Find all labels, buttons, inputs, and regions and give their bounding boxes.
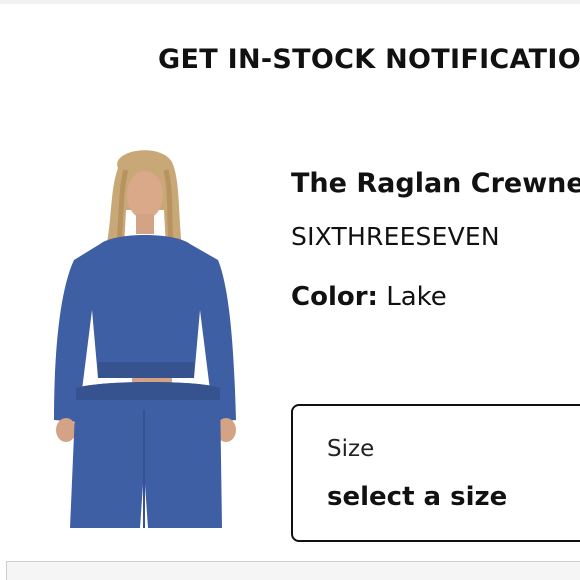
brand-name[interactable]: SIXTHREESEVEN	[291, 222, 500, 251]
color-value: Lake	[386, 282, 447, 312]
color-line: Color: Lake	[291, 282, 447, 312]
size-label: Size	[327, 436, 375, 462]
notification-modal: GET IN-STOCK NOTIFICATION The Raglan Cre…	[0, 0, 580, 580]
modal-title: GET IN-STOCK NOTIFICATION	[158, 44, 580, 75]
color-label: Color:	[291, 282, 378, 312]
top-divider	[0, 0, 580, 4]
size-value: select a size	[327, 482, 508, 512]
product-image	[54, 150, 236, 528]
product-name: The Raglan Crewneck	[291, 168, 580, 199]
size-select[interactable]: Size select a size	[291, 404, 580, 542]
email-input-partial[interactable]	[6, 561, 580, 580]
